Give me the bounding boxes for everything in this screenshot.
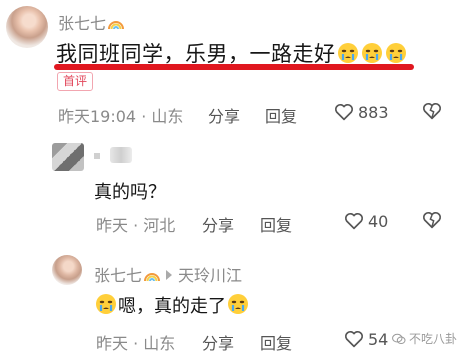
reply-arrow-icon: [166, 270, 173, 280]
watermark: 不吃八卦: [392, 330, 457, 348]
like-heart-icon[interactable]: [344, 330, 364, 348]
share-button[interactable]: 分享: [208, 103, 240, 127]
crying-emoji-icon: [337, 42, 359, 64]
avatar[interactable]: [52, 143, 84, 171]
username[interactable]: 张七七: [58, 10, 125, 34]
crying-emoji-icon: [361, 42, 383, 64]
avatar[interactable]: [52, 255, 82, 285]
reply-button[interactable]: 回复: [265, 103, 297, 127]
blurred-username[interactable]: [110, 147, 132, 163]
highlight-underline: [54, 64, 414, 70]
dislike-broken-heart-icon[interactable]: [422, 102, 442, 120]
rainbow-icon: [108, 15, 125, 30]
wechat-icon: [392, 333, 406, 348]
comment-meta: 昨天 · 山东: [96, 334, 176, 353]
comment-meta: 昨天19:04 · 山东: [58, 107, 184, 126]
reply-button[interactable]: 回复: [260, 330, 292, 354]
reply-button[interactable]: 回复: [260, 212, 292, 236]
like-count: 54: [368, 330, 389, 349]
comment-text: 嗯，真的走了: [94, 292, 250, 318]
like-heart-icon[interactable]: [344, 212, 364, 230]
crying-emoji-icon: [95, 293, 117, 315]
blurred-name-mark: [94, 153, 100, 159]
comment-text: 真的吗？: [94, 182, 166, 203]
crying-emoji-icon: [227, 293, 249, 315]
share-button[interactable]: 分享: [202, 212, 234, 236]
first-comment-badge: 首评: [57, 72, 94, 91]
crying-emoji-icon: [385, 42, 407, 64]
like-count: 883: [358, 103, 389, 122]
like-count: 40: [368, 212, 389, 231]
share-button[interactable]: 分享: [202, 330, 234, 354]
reply-to-username[interactable]: 天玲川江: [178, 266, 242, 285]
dislike-broken-heart-icon[interactable]: [422, 211, 442, 229]
reply-header: 张七七 天玲川江: [94, 262, 242, 286]
like-heart-icon[interactable]: [334, 103, 354, 121]
avatar[interactable]: [6, 6, 48, 48]
rainbow-icon: [144, 267, 161, 282]
comment-meta: 昨天 · 河北: [96, 216, 176, 235]
username[interactable]: 张七七: [94, 266, 142, 285]
